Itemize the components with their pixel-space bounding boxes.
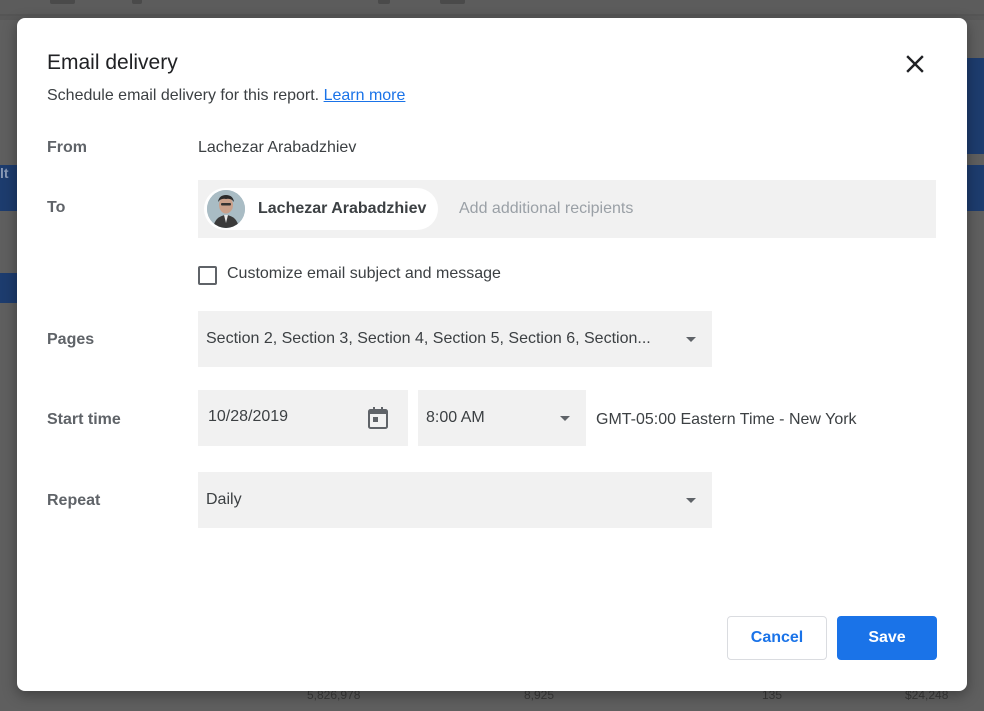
close-button[interactable]	[899, 48, 931, 80]
pages-select[interactable]: Section 2, Section 3, Section 4, Section…	[198, 311, 712, 367]
save-button[interactable]: Save	[837, 616, 937, 660]
chevron-down-icon	[560, 416, 570, 421]
email-delivery-dialog: Email delivery Schedule email delivery f…	[17, 18, 967, 691]
user-avatar	[207, 190, 245, 228]
avatar-photo-icon	[207, 190, 245, 228]
start-time-value: 8:00 AM	[426, 409, 485, 426]
background-toolbar	[0, 0, 984, 16]
learn-more-link[interactable]: Learn more	[324, 87, 406, 104]
background-toolbar-icon	[440, 0, 465, 4]
chevron-down-icon	[686, 498, 696, 503]
from-value: Lachezar Arabadzhiev	[198, 139, 357, 156]
start-time-select[interactable]: 8:00 AM	[418, 390, 586, 446]
from-label: From	[47, 139, 87, 156]
start-date-input[interactable]	[208, 408, 348, 426]
repeat-selected-value: Daily	[206, 491, 242, 508]
pages-selected-value: Section 2, Section 3, Section 4, Section…	[206, 330, 651, 347]
customize-checkbox[interactable]	[198, 266, 217, 285]
calendar-button[interactable]	[368, 407, 388, 434]
timezone-text: GMT-05:00 Eastern Time - New York	[596, 411, 857, 428]
recipient-name: Lachezar Arabadzhiev	[258, 200, 427, 217]
chevron-down-icon	[686, 337, 696, 342]
recipient-chip[interactable]: Lachezar Arabadzhiev	[204, 188, 439, 230]
calendar-icon	[368, 407, 388, 429]
recipients-field[interactable]: Lachezar Arabadzhiev	[198, 180, 936, 238]
subtitle-text: Schedule email delivery for this report.	[47, 87, 320, 104]
background-header-bar	[0, 273, 17, 303]
background-filter-text: lt	[0, 165, 9, 181]
dialog-title: Email delivery	[47, 51, 178, 74]
background-toolbar-icon	[132, 0, 142, 4]
start-date-field[interactable]	[198, 390, 408, 446]
dialog-subtitle: Schedule email delivery for this report.…	[47, 87, 405, 105]
customize-checkbox-label[interactable]: Customize email subject and message	[227, 265, 501, 283]
repeat-label: Repeat	[47, 492, 101, 509]
start-time-label: Start time	[47, 411, 121, 428]
cancel-button[interactable]: Cancel	[727, 616, 827, 660]
pages-label: Pages	[47, 331, 95, 348]
repeat-select[interactable]: Daily	[198, 472, 712, 528]
add-recipients-input[interactable]	[459, 200, 919, 218]
background-toolbar-icon	[378, 0, 390, 4]
background-toolbar-icon	[50, 0, 75, 4]
close-icon	[906, 55, 924, 73]
to-label: To	[47, 199, 66, 216]
background-right-panel	[967, 58, 984, 154]
background-right-bar	[967, 165, 984, 211]
